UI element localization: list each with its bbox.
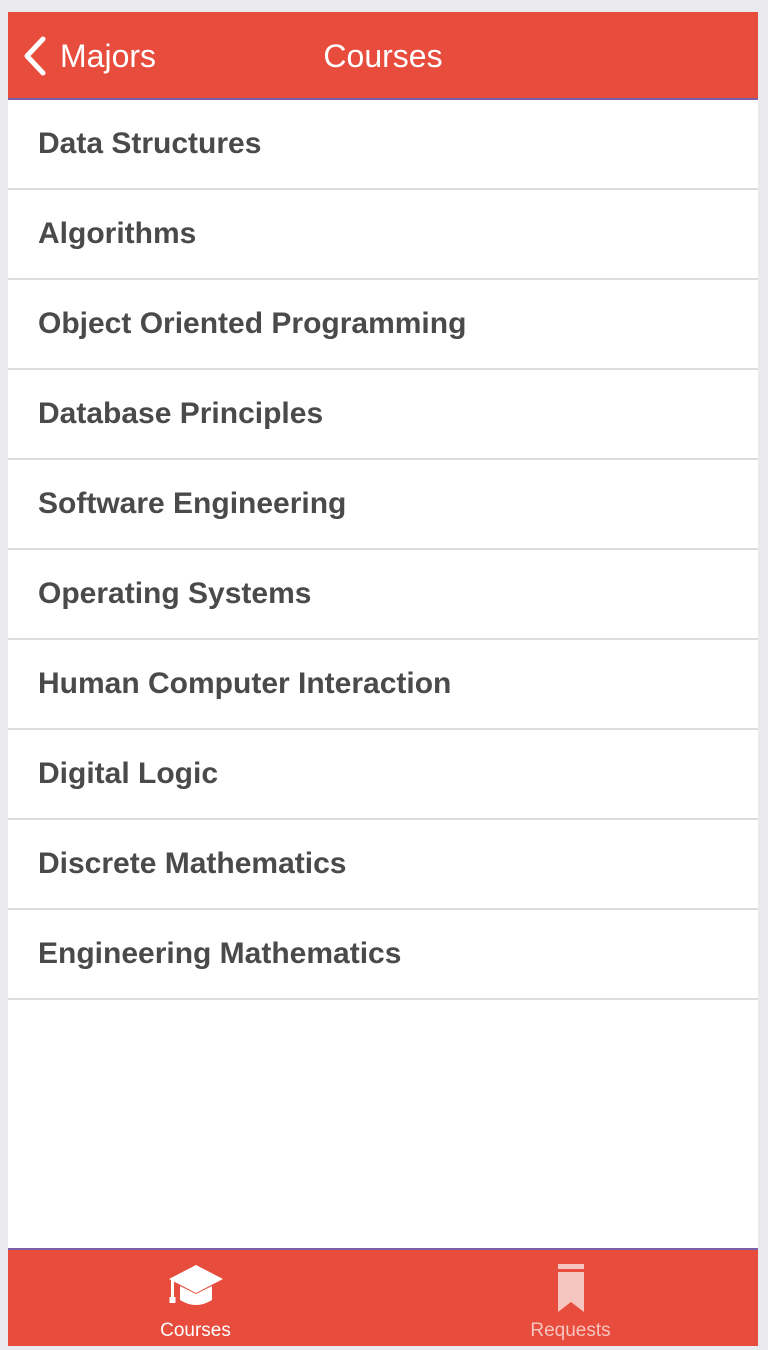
tab-courses[interactable]: Courses — [8, 1250, 383, 1346]
course-label: Database Principles — [38, 397, 324, 430]
bookmark-icon — [541, 1260, 601, 1316]
course-label: Data Structures — [38, 127, 262, 160]
course-item[interactable]: Data Structures — [8, 100, 758, 190]
course-item[interactable]: Digital Logic — [8, 730, 758, 820]
tab-bar: Courses Requests — [8, 1248, 758, 1346]
course-label: Engineering Mathematics — [38, 937, 402, 970]
course-item[interactable]: Object Oriented Programming — [8, 280, 758, 370]
course-list: Data Structures Algorithms Object Orient… — [8, 100, 758, 1000]
course-item[interactable]: Software Engineering — [8, 460, 758, 550]
course-item[interactable]: Engineering Mathematics — [8, 910, 758, 1000]
course-label: Digital Logic — [38, 757, 218, 790]
tab-label: Courses — [160, 1320, 231, 1341]
course-label: Algorithms — [38, 217, 197, 250]
app-screen: Majors Courses Data Structures Algorithm… — [8, 12, 758, 1346]
course-label: Human Computer Interaction — [38, 667, 452, 700]
navigation-bar: Majors Courses — [8, 12, 758, 100]
course-label: Object Oriented Programming — [38, 307, 467, 340]
course-item[interactable]: Algorithms — [8, 190, 758, 280]
graduation-cap-icon — [166, 1260, 226, 1316]
course-item[interactable]: Human Computer Interaction — [8, 640, 758, 730]
course-item[interactable]: Database Principles — [8, 370, 758, 460]
course-label: Software Engineering — [38, 487, 347, 520]
course-item[interactable]: Operating Systems — [8, 550, 758, 640]
course-label: Discrete Mathematics — [38, 847, 347, 880]
tab-label: Requests — [530, 1320, 611, 1341]
tab-requests[interactable]: Requests — [383, 1250, 758, 1346]
course-item[interactable]: Discrete Mathematics — [8, 820, 758, 910]
course-label: Operating Systems — [38, 577, 312, 610]
page-title: Courses — [323, 38, 443, 74]
